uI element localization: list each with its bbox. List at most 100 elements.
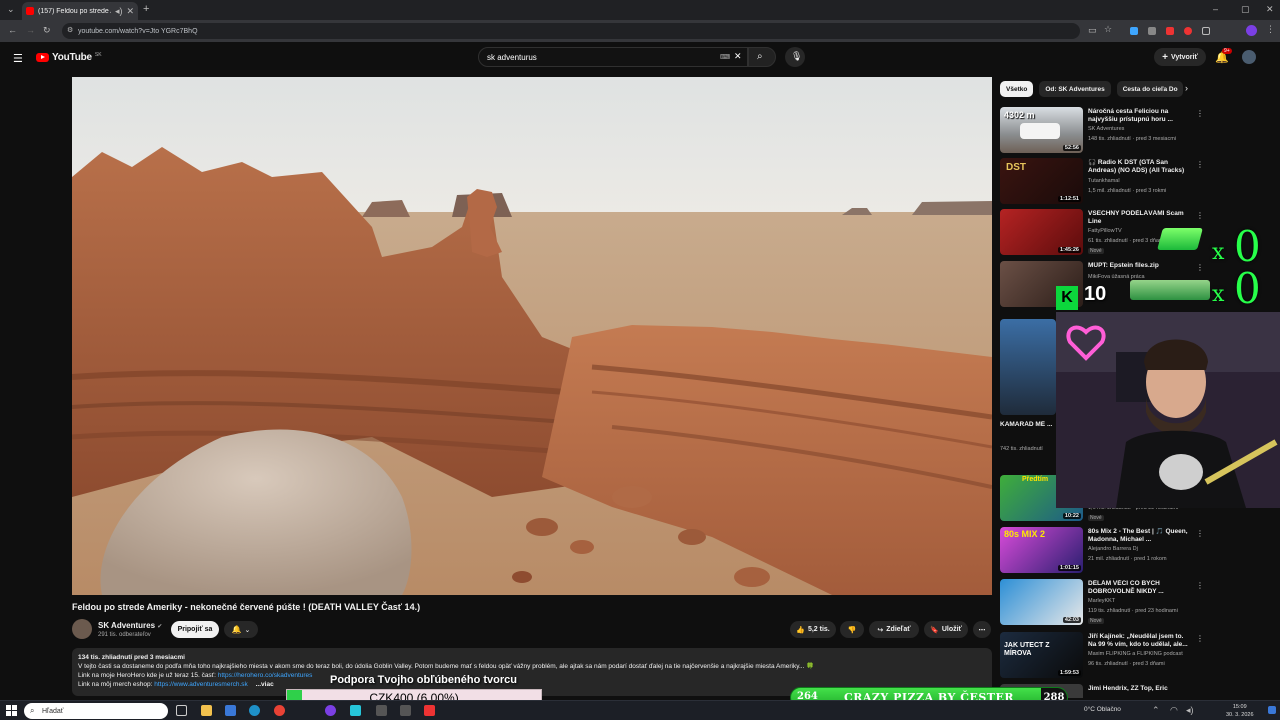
new-tab-icon[interactable]: +: [143, 4, 149, 15]
edge-icon[interactable]: [249, 705, 260, 716]
video-views: 61 tis. zhliadnutí · pred 3 dňami: [1088, 238, 1165, 244]
video-views: 742 tis. zhliadnutí: [1000, 446, 1043, 452]
donation-title: Podpora Tvojho obľúbeného tvorcu: [330, 674, 517, 686]
chip-related[interactable]: Cesta do cieľa Do: [1116, 81, 1183, 97]
file-explorer-icon[interactable]: [201, 705, 212, 716]
extension-icon[interactable]: [1130, 27, 1138, 35]
more-vertical-icon[interactable]: ⋮: [1196, 529, 1204, 538]
chevron-right-icon[interactable]: ›: [1185, 83, 1188, 93]
video-thumbnail[interactable]: 42:03: [1000, 579, 1083, 625]
bookmark-star-icon[interactable]: ☆: [1104, 25, 1112, 34]
video-title: Náročná cesta Feliciou na najvyššiu prís…: [1088, 108, 1173, 123]
browser-tab[interactable]: (157) Feldou po strede Am ◂) ✕: [22, 2, 138, 20]
video-thumbnail[interactable]: 80s MIX 2 1:01:15: [1000, 527, 1083, 573]
join-button[interactable]: Pripojiť sa: [171, 621, 219, 638]
chrome-icon[interactable]: [274, 705, 285, 716]
show-more-link[interactable]: ...viac: [256, 681, 274, 688]
minimize-icon[interactable]: –: [1213, 5, 1218, 14]
search-icon: ⌕: [757, 51, 763, 62]
browser-menu-icon[interactable]: ⋮: [1266, 25, 1275, 34]
forward-icon[interactable]: →: [26, 26, 35, 35]
close-window-icon[interactable]: ✕: [1266, 5, 1274, 14]
video-thumbnail[interactable]: [1000, 319, 1056, 415]
bookmark-icon: 🔖: [930, 626, 939, 634]
save-button[interactable]: 🔖 Uložiť: [924, 621, 968, 638]
extension-icon[interactable]: [1184, 27, 1192, 35]
profile-avatar[interactable]: [1246, 25, 1257, 36]
task-view-icon[interactable]: [176, 705, 187, 716]
more-vertical-icon[interactable]: ⋮: [1196, 263, 1204, 272]
verified-icon: ✔: [157, 624, 163, 630]
extension-icon[interactable]: [1166, 27, 1174, 35]
video-thumbnail[interactable]: 1:45:26: [1000, 209, 1083, 255]
windows-start-icon[interactable]: [6, 705, 17, 716]
share-button[interactable]: ↪ Zdieľať: [869, 621, 919, 638]
video-thumbnail[interactable]: 4302 m 52:56: [1000, 107, 1083, 153]
more-actions-button[interactable]: ⋯: [973, 621, 991, 638]
extension-icon[interactable]: [1148, 27, 1156, 35]
taskbar-search-placeholder: Hľadať: [42, 707, 64, 715]
chip-from-channel[interactable]: Od: SK Adventures: [1039, 81, 1111, 97]
close-tab-icon[interactable]: ✕: [126, 6, 134, 16]
back-icon[interactable]: ←: [8, 26, 17, 35]
tab-list-icon[interactable]: ⌄: [7, 5, 15, 14]
more-vertical-icon[interactable]: ⋮: [1196, 634, 1204, 643]
app-icon[interactable]: [424, 705, 435, 716]
app-icon[interactable]: [376, 705, 387, 716]
video-duration: 1:12:51: [1058, 196, 1081, 202]
herohero-link[interactable]: https://herohero.co/skadventures: [218, 672, 313, 679]
clear-search-icon[interactable]: ✕: [734, 51, 742, 62]
video-player[interactable]: [72, 77, 992, 595]
volume-icon[interactable]: ◂): [1186, 706, 1194, 715]
cast-icon[interactable]: ▭: [1088, 26, 1097, 35]
subscription-bell-button[interactable]: 🔔 ⌄: [224, 621, 258, 638]
chip-all[interactable]: Všetko: [1000, 81, 1034, 97]
store-icon[interactable]: [225, 705, 236, 716]
maximize-icon[interactable]: ▢: [1241, 5, 1250, 14]
thumbnail-text: JAK UTECT Z MÍROVA: [1004, 642, 1050, 657]
account-avatar[interactable]: [1242, 50, 1256, 64]
more-vertical-icon[interactable]: ⋮: [1196, 211, 1204, 220]
youtube-logo[interactable]: YouTube SK: [36, 52, 102, 63]
youtube-favicon-icon: [26, 7, 34, 15]
browser-tab-strip: ⌄ (157) Feldou po strede Am ◂) ✕ + – ▢ ✕: [0, 0, 1280, 20]
tray-chevron-icon[interactable]: ⌃: [1152, 706, 1160, 715]
video-thumbnail[interactable]: DST 1:12:51: [1000, 158, 1083, 204]
more-vertical-icon[interactable]: ⋮: [1196, 581, 1204, 590]
address-bar-row: ← → ↻ ⚙ youtube.com/watch?v=Jto YGRc7BhQ…: [0, 20, 1280, 42]
voice-search-button[interactable]: 🎙: [785, 47, 805, 67]
more-vertical-icon[interactable]: ⋮: [1196, 109, 1204, 118]
video-thumbnail[interactable]: JAK UTECT Z MÍROVA 1:59:53: [1000, 632, 1083, 678]
site-info-icon[interactable]: ⚙: [67, 27, 73, 34]
app-icon[interactable]: [350, 705, 361, 716]
channel-avatar[interactable]: [72, 619, 92, 639]
video-channel: Alejandro Barrera Dj: [1088, 546, 1138, 552]
wifi-icon[interactable]: ◠: [1170, 706, 1178, 715]
video-title: VŠECHNY PODĚLÁVÁMI Scam Line: [1088, 210, 1184, 225]
search-input[interactable]: sk adventurus ⌨ ✕: [478, 47, 748, 67]
weather-widget[interactable]: 0°C Oblačno: [1084, 706, 1121, 713]
create-button[interactable]: + Vytvoriť: [1154, 48, 1206, 66]
more-vertical-icon[interactable]: ⋮: [1196, 160, 1204, 169]
thumbnail-text: DST: [1006, 162, 1026, 173]
url-field[interactable]: ⚙ youtube.com/watch?v=Jto YGRc7BhQ: [62, 23, 1080, 39]
speaker-icon[interactable]: ◂): [115, 6, 123, 16]
video-channel: MarleyKKT: [1088, 598, 1116, 604]
more-horizontal-icon: ⋯: [978, 626, 986, 634]
video-title: MÜPT: Epstein files.zip: [1088, 262, 1159, 269]
kick-logo: K: [1056, 286, 1078, 310]
hamburger-menu-icon[interactable]: ☰: [13, 52, 23, 65]
extensions-puzzle-icon[interactable]: [1202, 27, 1210, 35]
merch-link[interactable]: https://www.adventuresmerch.sk: [154, 681, 248, 688]
reload-icon[interactable]: ↻: [43, 26, 51, 35]
channel-name[interactable]: SK Adventures ✔: [98, 621, 162, 630]
notification-center-icon[interactable]: [1268, 706, 1276, 714]
like-button[interactable]: 👍 5,2 tis.: [790, 621, 836, 638]
dislike-button[interactable]: 👎: [840, 621, 864, 638]
search-button[interactable]: ⌕: [748, 47, 776, 67]
app-icon[interactable]: [325, 705, 336, 716]
taskbar-clock[interactable]: 15:09 30. 3. 2026: [1226, 703, 1254, 719]
taskbar-search-input[interactable]: ⌕ Hľadať: [24, 703, 168, 719]
keyboard-icon[interactable]: ⌨: [720, 53, 730, 61]
app-icon[interactable]: [400, 705, 411, 716]
